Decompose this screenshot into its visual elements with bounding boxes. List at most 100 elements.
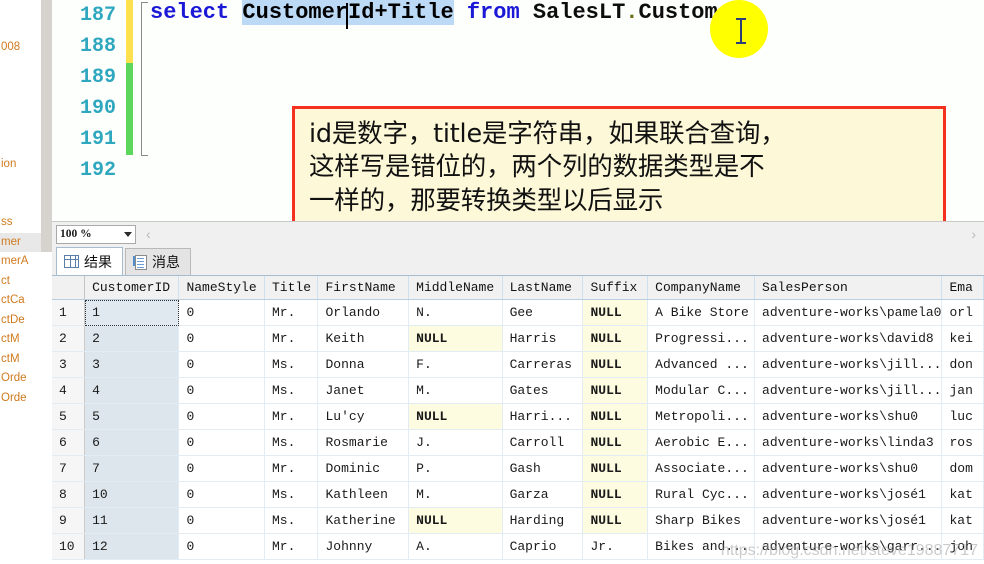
grid-cell[interactable]: Carreras: [502, 351, 584, 378]
row-number-cell[interactable]: 1: [52, 299, 86, 326]
grid-cell[interactable]: Modular C...: [647, 377, 756, 404]
grid-cell[interactable]: NULL: [582, 325, 649, 352]
grid-cell[interactable]: 0: [178, 325, 265, 352]
grid-cell[interactable]: Orlando: [317, 299, 410, 326]
grid-cell[interactable]: A.: [408, 533, 503, 560]
grid-cell[interactable]: M.: [408, 481, 503, 508]
tab-results[interactable]: 结果: [56, 247, 123, 275]
grid-cell[interactable]: Johnny: [317, 533, 410, 560]
grid-cell[interactable]: adventure-works\jill...: [754, 377, 943, 404]
grid-cell[interactable]: 2: [84, 325, 180, 352]
grid-cell[interactable]: N.: [408, 299, 503, 326]
grid-cell[interactable]: Janet: [317, 377, 410, 404]
grid-cell[interactable]: 4: [84, 377, 180, 404]
grid-cell[interactable]: Ms.: [264, 429, 319, 456]
grid-cell[interactable]: Jr.: [582, 533, 649, 560]
grid-cell[interactable]: Ms.: [264, 481, 319, 508]
grid-cell[interactable]: NULL: [408, 325, 503, 352]
row-number-cell[interactable]: 4: [52, 377, 86, 404]
table-row[interactable]: 9 11 0 Ms. Katherine NULL Harding NULL Sharp Bik…: [52, 507, 984, 534]
grid-cell[interactable]: 12: [84, 533, 180, 560]
grid-cell[interactable]: M.: [408, 377, 503, 404]
grid-cell[interactable]: dom: [941, 455, 984, 482]
grid-cell[interactable]: Gash: [502, 455, 584, 482]
grid-cell[interactable]: Rosmarie: [317, 429, 410, 456]
grid-cell[interactable]: 0: [178, 377, 265, 404]
grid-cell[interactable]: adventure-works\shu0: [754, 455, 943, 482]
grid-cell[interactable]: Mr.: [264, 533, 319, 560]
grid-column-header[interactable]: CompanyName: [647, 276, 756, 300]
grid-cell[interactable]: 0: [178, 403, 265, 430]
grid-cell[interactable]: Metropoli...: [647, 403, 756, 430]
grid-cell[interactable]: don: [941, 351, 984, 378]
row-number-cell[interactable]: 2: [52, 325, 86, 352]
table-row[interactable]: 2 2 0 Mr. Keith NULL Harris NULL Progressi... adv…: [52, 325, 984, 352]
grid-cell[interactable]: Sharp Bikes: [647, 507, 756, 534]
grid-cell[interactable]: Aerobic E...: [647, 429, 756, 456]
grid-cell[interactable]: adventure-works\david8: [754, 325, 943, 352]
grid-header-row[interactable]: CustomerID NameStyle Title FirstName MiddleN…: [52, 276, 984, 300]
editor-zoom-bar[interactable]: 100 % ‹ ›: [52, 221, 984, 246]
grid-column-header[interactable]: SalesPerson: [754, 276, 943, 300]
grid-cell[interactable]: NULL: [582, 299, 649, 326]
grid-cell[interactable]: Katherine: [317, 507, 410, 534]
table-row[interactable]: 4 4 0 Ms. Janet M. Gates NULL Modular C... advent…: [52, 377, 984, 404]
grid-column-header[interactable]: Ema: [941, 276, 984, 300]
grid-cell[interactable]: adventure-works\linda3: [754, 429, 943, 456]
grid-cell[interactable]: 7: [84, 455, 180, 482]
grid-cell[interactable]: Mr.: [264, 403, 319, 430]
grid-corner-header[interactable]: [52, 276, 86, 300]
grid-cell[interactable]: 0: [178, 455, 265, 482]
tab-messages[interactable]: 消息: [125, 248, 191, 275]
grid-cell[interactable]: Advanced ...: [647, 351, 756, 378]
chevron-down-icon[interactable]: [124, 231, 132, 237]
row-number-cell[interactable]: 5: [52, 403, 86, 430]
grid-column-header[interactable]: CustomerID: [84, 276, 180, 300]
row-number-cell[interactable]: 10: [52, 533, 86, 560]
grid-cell[interactable]: Associate...: [647, 455, 756, 482]
grid-cell[interactable]: Harris: [502, 325, 584, 352]
grid-cell[interactable]: 10: [84, 481, 180, 508]
grid-cell[interactable]: adventure-works\jill...: [754, 351, 943, 378]
grid-cell[interactable]: joh: [941, 533, 984, 560]
grid-cell[interactable]: Gee: [502, 299, 584, 326]
grid-cell[interactable]: Harding: [502, 507, 584, 534]
grid-cell[interactable]: Garza: [502, 481, 584, 508]
grid-cell[interactable]: 0: [178, 533, 265, 560]
grid-cell[interactable]: adventure-works\shu0: [754, 403, 943, 430]
sql-statement[interactable]: select CustomerId+Title from SalesLT.Cus…: [150, 0, 744, 25]
object-explorer-panel[interactable]: 008 ion ss mer merA ct ctCa ctDe ctM ctM Orde Orde: [0, 0, 41, 564]
grid-cell[interactable]: adventure-works\josé1: [754, 507, 943, 534]
grid-cell[interactable]: F.: [408, 351, 503, 378]
grid-cell[interactable]: Ms.: [264, 507, 319, 534]
grid-cell[interactable]: Dominic: [317, 455, 410, 482]
grid-cell[interactable]: 6: [84, 429, 180, 456]
object-explorer-item[interactable]: ct: [0, 272, 41, 291]
grid-cell[interactable]: Mr.: [264, 325, 319, 352]
grid-cell[interactable]: Keith: [317, 325, 410, 352]
row-number-cell[interactable]: 7: [52, 455, 86, 482]
row-number-cell[interactable]: 3: [52, 351, 86, 378]
grid-cell[interactable]: NULL: [582, 455, 649, 482]
object-explorer-item[interactable]: 008: [0, 38, 41, 57]
grid-cell[interactable]: NULL: [582, 377, 649, 404]
grid-cell[interactable]: Donna: [317, 351, 410, 378]
grid-cell[interactable]: kei: [941, 325, 984, 352]
grid-cell[interactable]: kat: [941, 481, 984, 508]
grid-cell[interactable]: adventure-works\josé1: [754, 481, 943, 508]
grid-cell[interactable]: Bikes and...: [647, 533, 756, 560]
grid-cell[interactable]: Ms.: [264, 351, 319, 378]
row-number-cell[interactable]: 8: [52, 481, 86, 508]
grid-cell[interactable]: Mr.: [264, 299, 319, 326]
grid-cell[interactable]: 0: [178, 299, 265, 326]
grid-cell[interactable]: 0: [178, 481, 265, 508]
grid-cell[interactable]: Harri...: [502, 403, 584, 430]
grid-cell[interactable]: jan: [941, 377, 984, 404]
grid-cell[interactable]: 0: [178, 507, 265, 534]
grid-cell[interactable]: Lu'cy: [317, 403, 410, 430]
row-number-cell[interactable]: 6: [52, 429, 86, 456]
grid-cell[interactable]: Carroll: [502, 429, 584, 456]
grid-cell[interactable]: NULL: [582, 351, 649, 378]
object-explorer-item[interactable]: ctM: [0, 350, 41, 369]
grid-cell[interactable]: 0: [178, 429, 265, 456]
